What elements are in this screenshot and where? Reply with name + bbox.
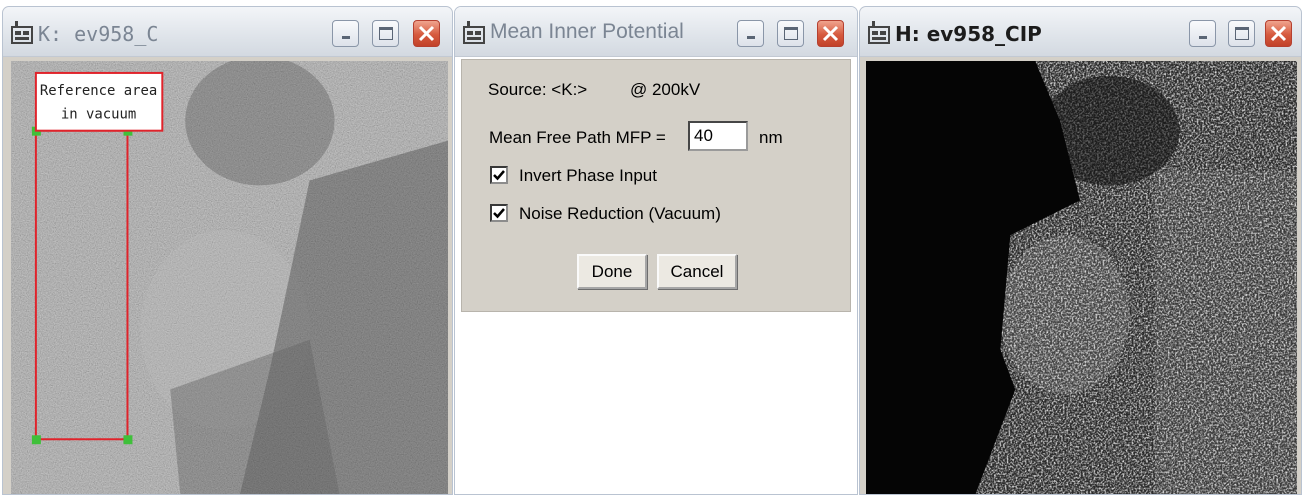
invert-phase-label[interactable]: Invert Phase Input (519, 166, 657, 186)
cancel-button[interactable]: Cancel (657, 254, 737, 289)
checkmark-icon (493, 170, 505, 181)
em-image-panel[interactable]: Reference area in vacuum (11, 61, 448, 494)
title-bar[interactable]: H: ev958_CIP (860, 7, 1301, 57)
roi-annotation-line2: in vacuum (61, 107, 136, 123)
mean-inner-potential-dialog[interactable]: Mean Inner Potential Source: <K:> @ 200k… (454, 6, 858, 495)
maximize-icon (1235, 27, 1249, 40)
phase-image-panel[interactable] (866, 61, 1297, 494)
close-icon (822, 25, 839, 42)
app-icon (463, 21, 485, 44)
image-window-h[interactable]: H: ev958_CIP (859, 6, 1302, 495)
minimize-button[interactable] (332, 20, 359, 47)
maximize-button[interactable] (1228, 20, 1255, 47)
mfp-label: Mean Free Path MFP = (489, 128, 666, 147)
app-icon (868, 21, 890, 44)
dialog-title: Mean Inner Potential (490, 20, 684, 43)
maximize-button[interactable] (372, 20, 399, 47)
close-button[interactable] (1265, 20, 1292, 47)
title-bar[interactable]: K: ev958_C (3, 7, 452, 57)
close-button[interactable] (817, 20, 844, 47)
noise-reduction-label[interactable]: Noise Reduction (Vacuum) (519, 204, 721, 224)
em-micrograph[interactable]: Reference area in vacuum (11, 61, 448, 494)
minimize-button[interactable] (1189, 20, 1216, 47)
done-button[interactable]: Done (577, 254, 647, 289)
window-title: H: ev958_CIP (895, 22, 1042, 46)
checkmark-icon (493, 208, 505, 219)
maximize-icon (784, 27, 798, 40)
roi-annotation-line1: Reference area (40, 83, 157, 99)
voltage-label: @ 200kV (630, 80, 701, 99)
source-label: Source: <K:> (488, 80, 588, 99)
minimize-button[interactable] (737, 20, 764, 47)
close-icon (418, 25, 435, 42)
minimize-icon (1199, 36, 1207, 39)
mfp-unit-label: nm (759, 128, 783, 147)
phase-map-image[interactable] (866, 61, 1297, 494)
minimize-icon (342, 36, 350, 39)
close-icon (1270, 25, 1287, 42)
maximize-icon (379, 27, 393, 40)
noise-reduction-checkbox[interactable] (490, 204, 508, 222)
maximize-button[interactable] (777, 20, 804, 47)
mfp-input[interactable] (688, 121, 748, 151)
minimize-icon (747, 36, 755, 39)
image-window-k[interactable]: K: ev958_C Reference area in vacuum (2, 6, 453, 495)
app-icon (11, 21, 33, 44)
invert-phase-checkbox[interactable] (490, 166, 508, 184)
title-bar[interactable]: Mean Inner Potential (455, 7, 857, 57)
window-title: K: ev958_C (38, 22, 159, 46)
dialog-body: Source: <K:> @ 200kV Mean Free Path MFP … (461, 59, 851, 312)
close-button[interactable] (413, 20, 440, 47)
